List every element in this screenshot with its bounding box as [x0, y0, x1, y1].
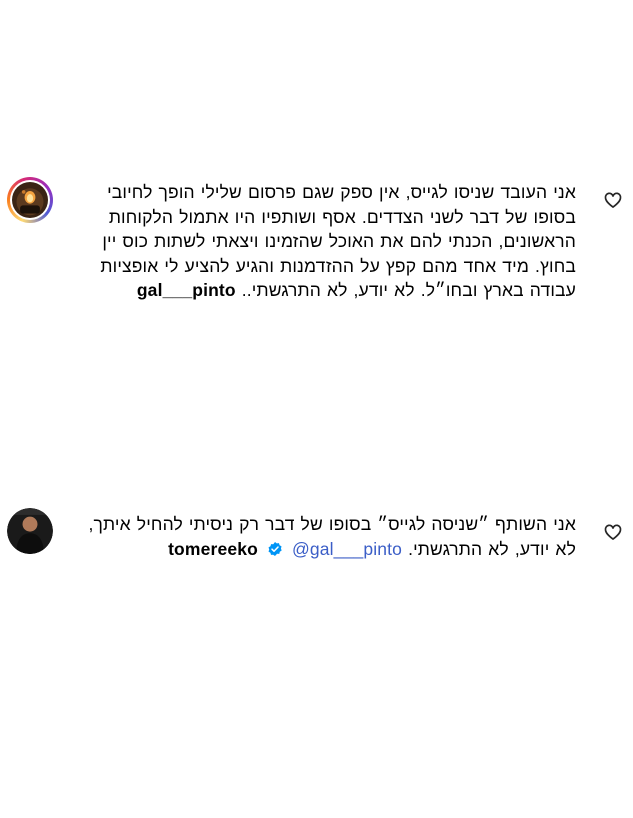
- username-link[interactable]: tomereeko: [168, 539, 258, 559]
- verified-badge-icon: [268, 541, 282, 556]
- comment-text: אני העובד שניסו לגייס, אין ספק שגם פרסום…: [66, 180, 576, 303]
- heart-outline-icon[interactable]: [603, 190, 623, 210]
- user-avatar[interactable]: [7, 508, 53, 554]
- username-link[interactable]: gal___pinto: [137, 280, 236, 300]
- avatar-image-frame: [7, 508, 53, 554]
- user-avatar[interactable]: [7, 177, 53, 223]
- comment-text: אני השותף ״שניסה לגייס״ בסופו של דבר רק …: [66, 512, 576, 561]
- avatar-image-frame: [10, 180, 50, 220]
- person-avatar-icon: [7, 508, 53, 554]
- chef-avatar-icon: [12, 182, 48, 218]
- mention-link[interactable]: @gal___pinto: [292, 539, 402, 559]
- heart-outline-icon[interactable]: [603, 522, 623, 542]
